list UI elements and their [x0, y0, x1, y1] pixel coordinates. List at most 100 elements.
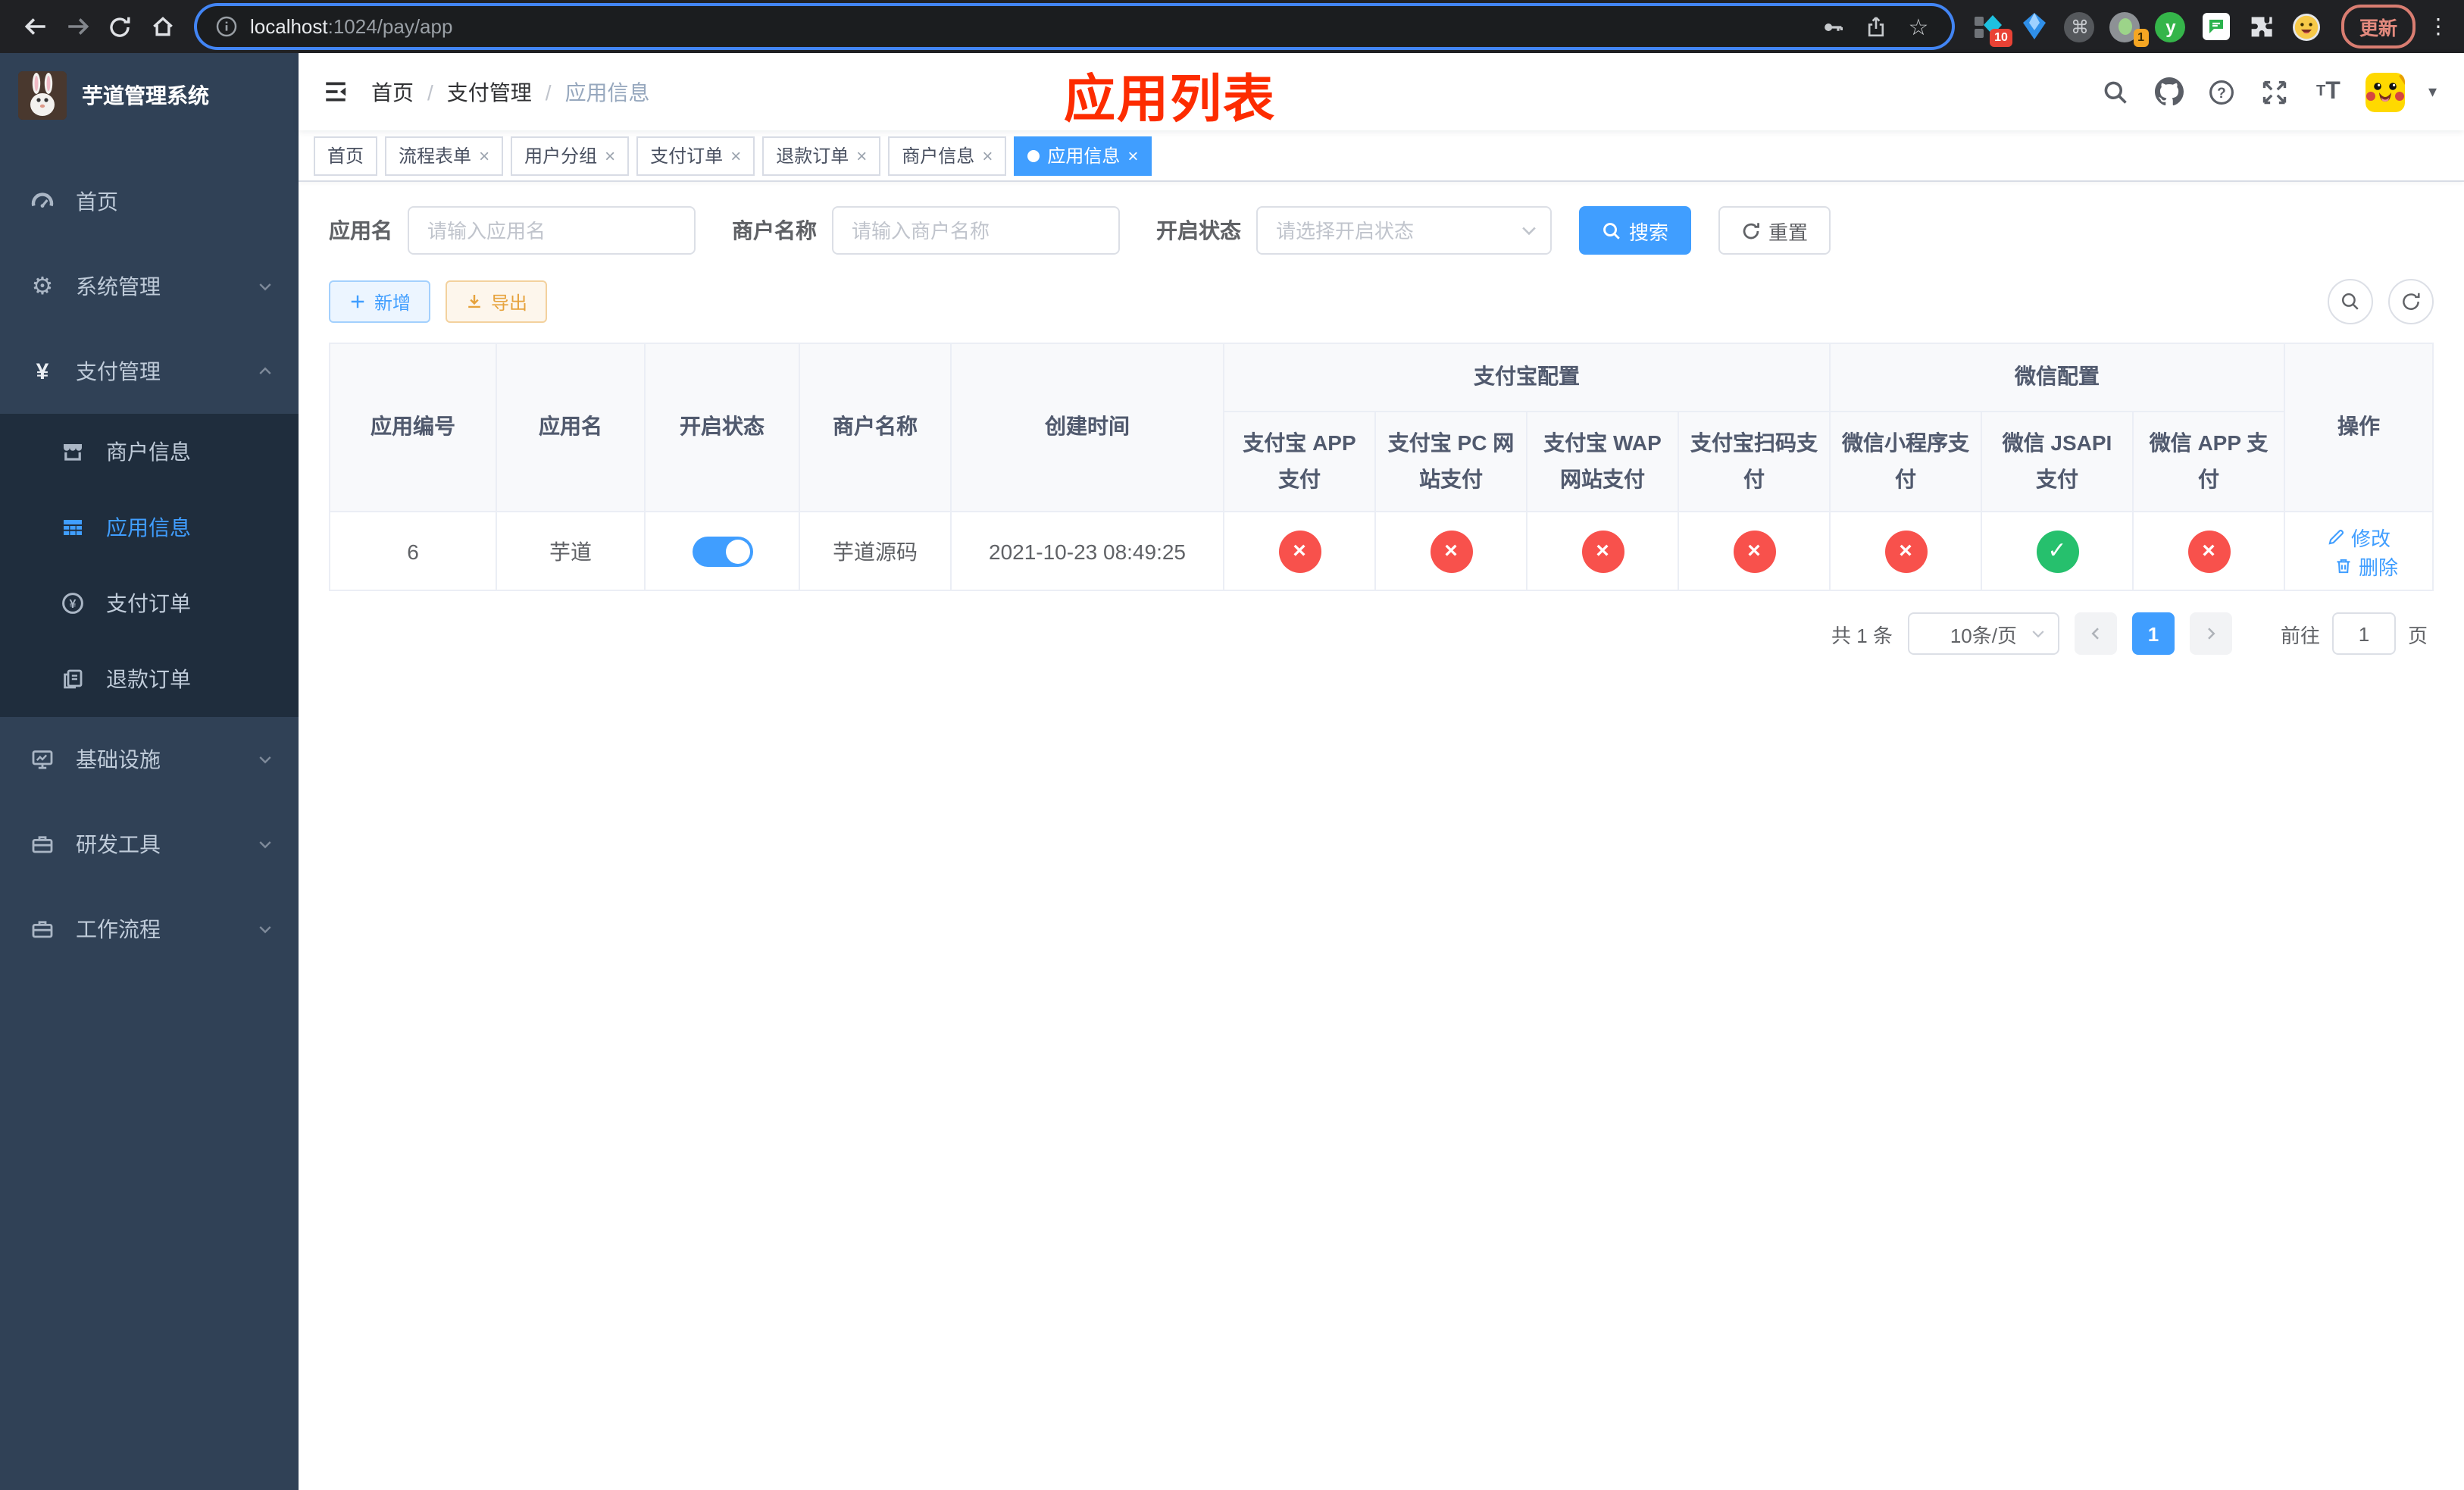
merchant-name-input[interactable]: [832, 206, 1120, 255]
cell-alipay-app: ×: [1223, 511, 1376, 591]
next-page-button[interactable]: [2189, 612, 2232, 655]
password-key-icon[interactable]: [1818, 11, 1849, 42]
tab-refund-orders[interactable]: 退款订单 ×: [762, 136, 881, 175]
status-switch[interactable]: [692, 536, 752, 566]
sidebar-item-merchant-info[interactable]: 商户信息: [0, 414, 299, 490]
extension-badge: 10: [1990, 29, 2012, 47]
address-bar[interactable]: localhost:1024/pay/app ☆: [197, 6, 1952, 47]
github-icon[interactable]: [2154, 77, 2184, 107]
sidebar-item-home[interactable]: 首页: [0, 159, 299, 244]
tab-close-icon[interactable]: ×: [982, 146, 993, 164]
app-name-label: 应用名: [329, 218, 392, 243]
site-info-icon[interactable]: [215, 15, 238, 38]
yen-icon: ¥: [36, 358, 49, 384]
col-group-alipay: 支付宝配置: [1223, 343, 1831, 412]
sidebar-fold-icon[interactable]: [311, 67, 359, 116]
show-search-button[interactable]: [2328, 279, 2373, 324]
reset-button-label: 重置: [1768, 221, 1809, 243]
export-button[interactable]: 导出: [446, 280, 548, 323]
tab-process-form[interactable]: 流程表单 ×: [385, 136, 504, 175]
extension-tampermonkey-icon[interactable]: 10: [1973, 11, 2012, 47]
cell-actions: 修改 删除: [2284, 511, 2434, 591]
page-size-select[interactable]: 10条/页: [1907, 612, 2059, 655]
sidebar-item-label: 研发工具: [76, 832, 161, 856]
extension-chat-icon[interactable]: [2200, 11, 2232, 42]
navbar-actions: ? TT ▾: [2101, 72, 2437, 111]
extension-yudao-icon[interactable]: y: [2155, 11, 2187, 42]
tab-close-icon[interactable]: ×: [479, 146, 489, 164]
sidebar-item-refund-orders[interactable]: 退款订单: [0, 641, 299, 717]
search-button[interactable]: 搜索: [1579, 206, 1692, 255]
browser-menu-icon[interactable]: ⋮: [2428, 14, 2449, 39]
fullscreen-icon[interactable]: [2260, 77, 2290, 107]
home-icon[interactable]: [142, 7, 182, 46]
breadcrumb-payment[interactable]: 支付管理: [447, 77, 532, 107]
svg-text:?: ?: [2218, 85, 2227, 101]
config-status-icon: ×: [1278, 530, 1321, 572]
url-text[interactable]: localhost:1024/pay/app: [250, 15, 1806, 38]
tab-user-group[interactable]: 用户分组 ×: [511, 136, 630, 175]
sidebar: 芋道管理系统 首页 ⚙ 系统管理 ¥ 支付管理 商户信息 应用信息 ¥ 支付订单…: [0, 53, 299, 1490]
app-name-input[interactable]: [408, 206, 696, 255]
tab-close-icon[interactable]: ×: [605, 146, 615, 164]
extension-diamond-icon[interactable]: [2018, 11, 2050, 42]
reset-button[interactable]: 重置: [1718, 206, 1831, 255]
tab-label: 用户分组: [524, 146, 598, 167]
tab-merchant-info[interactable]: 商户信息 ×: [888, 136, 1007, 175]
tab-label: 应用信息: [1047, 146, 1121, 167]
gear-icon: ⚙: [31, 274, 54, 300]
browser-toolbar: localhost:1024/pay/app ☆ 10 ⌘ 1 y 更新 ⋮: [0, 0, 2464, 53]
sidebar-item-system[interactable]: ⚙ 系统管理: [0, 244, 299, 329]
goto-page-input[interactable]: [2331, 612, 2396, 655]
tab-close-icon[interactable]: ×: [856, 146, 867, 164]
header-search-icon[interactable]: [2101, 77, 2131, 107]
page-number-1[interactable]: 1: [2131, 612, 2175, 655]
user-avatar[interactable]: [2366, 72, 2406, 111]
sidebar-item-dev-tools[interactable]: 研发工具: [0, 802, 299, 887]
toolbar-right: [2328, 279, 2434, 324]
col-app-name: 应用名: [496, 343, 646, 512]
prev-page-button[interactable]: [2074, 612, 2117, 655]
col-app-id: 应用编号: [329, 343, 497, 512]
chrome-update-button[interactable]: 更新: [2340, 5, 2416, 49]
pagination-total: 共 1 条: [1831, 624, 1893, 646]
sidebar-item-workflow[interactable]: 工作流程: [0, 887, 299, 972]
avatar-caret-icon[interactable]: ▾: [2428, 82, 2437, 102]
sidebar-item-infrastructure[interactable]: 基础设施: [0, 717, 299, 802]
extension-avocado-icon[interactable]: 1: [2109, 11, 2149, 47]
col-group-wechat: 微信配置: [1829, 343, 2285, 412]
tab-app-info[interactable]: 应用信息 ×: [1014, 136, 1152, 175]
back-icon[interactable]: [15, 7, 55, 46]
tab-close-icon[interactable]: ×: [1127, 146, 1138, 164]
sidebar-item-payment[interactable]: ¥ 支付管理: [0, 329, 299, 414]
forward-icon[interactable]: [58, 7, 97, 46]
bookmark-star-icon[interactable]: ☆: [1903, 11, 1934, 42]
refresh-table-button[interactable]: [2388, 279, 2434, 324]
status-select[interactable]: [1256, 206, 1552, 255]
help-icon[interactable]: ?: [2207, 77, 2237, 107]
status-select-wrap: [1256, 206, 1552, 255]
tab-pay-orders[interactable]: 支付订单 ×: [636, 136, 755, 175]
sidebar-item-pay-orders[interactable]: ¥ 支付订单: [0, 565, 299, 641]
sidebar-item-app-info[interactable]: 应用信息: [0, 490, 299, 565]
tab-close-icon[interactable]: ×: [730, 146, 741, 164]
payment-submenu: 商户信息 应用信息 ¥ 支付订单 退款订单: [0, 414, 299, 717]
delete-link[interactable]: 删除: [2334, 551, 2398, 580]
sidebar-logo[interactable]: 芋道管理系统: [0, 53, 299, 138]
col-alipay-app: 支付宝 APP 支付: [1223, 411, 1376, 512]
chevron-down-icon: [256, 750, 274, 768]
profile-avatar[interactable]: [2291, 11, 2323, 42]
edit-link[interactable]: 修改: [2327, 522, 2391, 551]
goto-page: 前往 页: [2281, 612, 2428, 655]
sidebar-item-label: 支付订单: [106, 591, 191, 615]
tab-home[interactable]: 首页: [314, 136, 378, 175]
breadcrumb-home[interactable]: 首页: [371, 77, 414, 107]
extension-command-icon[interactable]: ⌘: [2064, 11, 2096, 42]
font-size-icon[interactable]: TT: [2313, 77, 2344, 107]
top-navbar: 首页 / 支付管理 / 应用信息 ? T T ▾: [299, 53, 2464, 130]
col-wechat-mini: 微信小程序支付: [1829, 411, 1982, 512]
share-icon[interactable]: [1861, 11, 1891, 42]
reload-icon[interactable]: [100, 7, 139, 46]
extensions-puzzle-icon[interactable]: [2246, 11, 2278, 42]
add-button[interactable]: 新增: [329, 280, 431, 323]
